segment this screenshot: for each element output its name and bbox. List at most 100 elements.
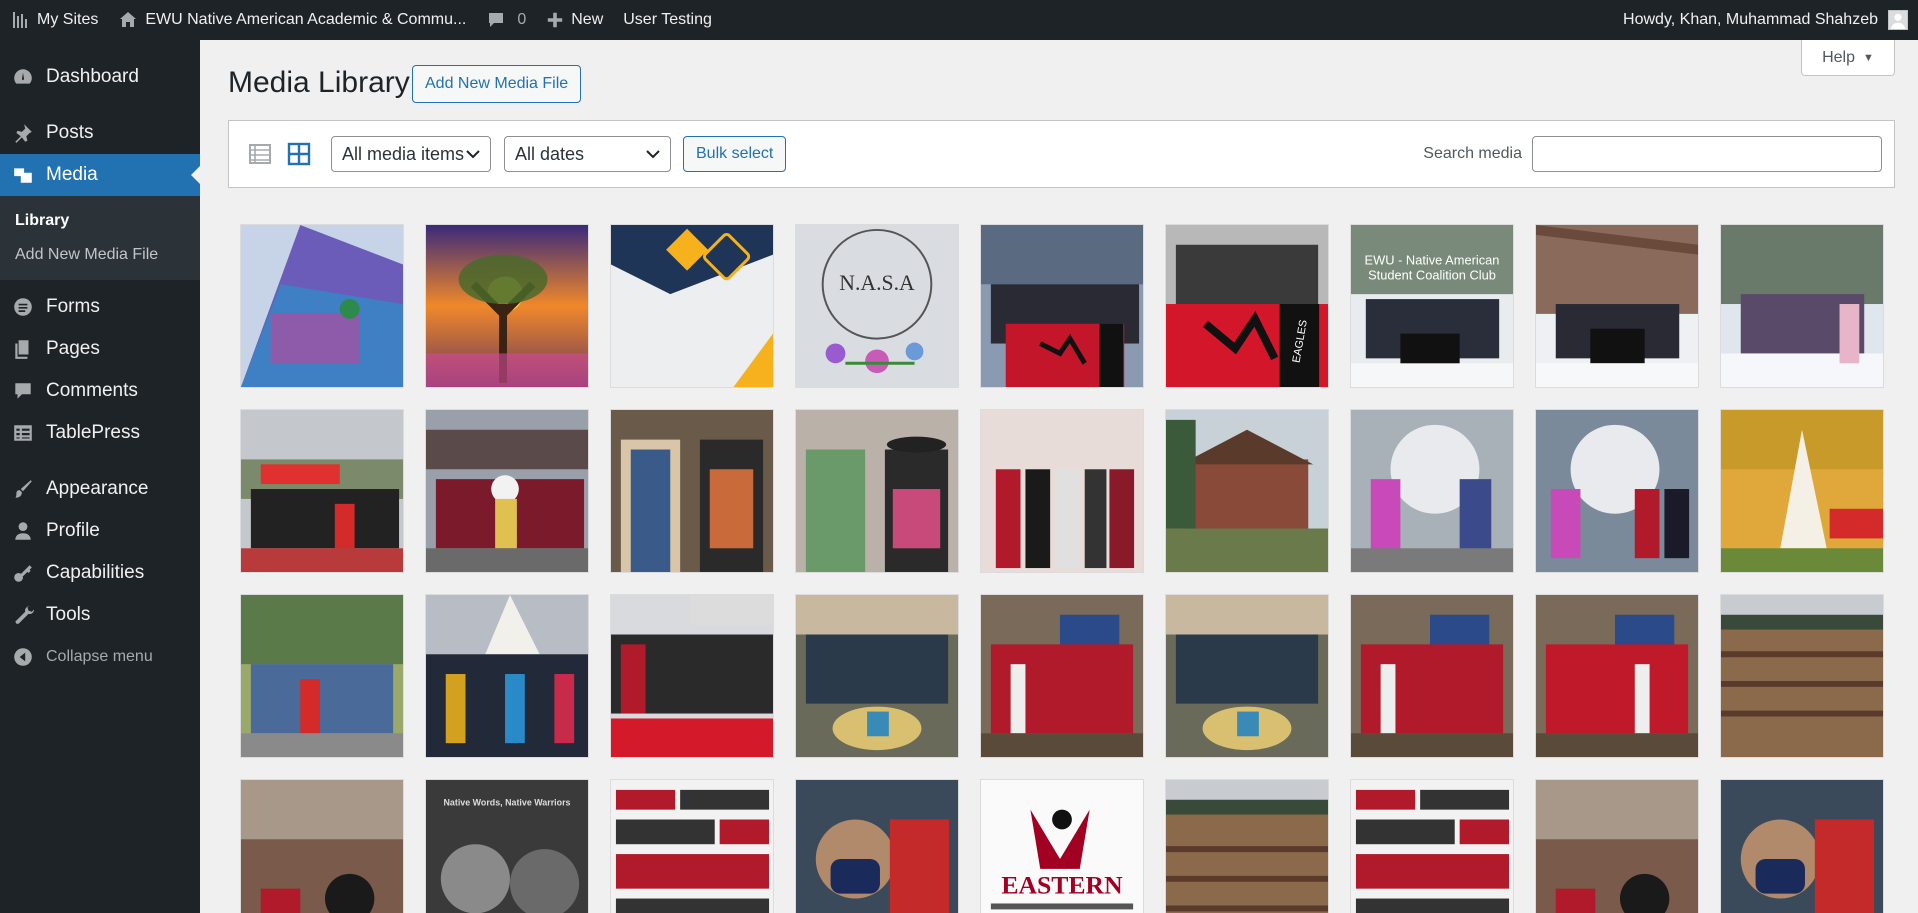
- media-toolbar: All media items All dates Bulk select Se…: [228, 120, 1895, 188]
- sidebar-item-dashboard[interactable]: Dashboard: [0, 56, 200, 98]
- media-thumbnail[interactable]: [980, 594, 1144, 758]
- media-thumbnail[interactable]: [1535, 594, 1699, 758]
- media-thumbnail[interactable]: [1165, 779, 1329, 913]
- media-thumbnail[interactable]: N.A.S.A: [795, 224, 959, 388]
- media-thumbnail[interactable]: [610, 224, 774, 388]
- help-tab-button[interactable]: Help ▼: [1801, 40, 1895, 76]
- media-type-filter[interactable]: All media items: [331, 136, 491, 172]
- sidebar-item-capabilities[interactable]: Capabilities: [0, 552, 200, 594]
- site-name-menu[interactable]: EWU Native American Academic & Commu...: [108, 0, 476, 40]
- media-grid: N.A.S.A EAGLES EWU - Native American Stu…: [240, 224, 1900, 913]
- grid-view-icon: [287, 142, 311, 166]
- collapse-menu-label: Collapse menu: [46, 648, 153, 665]
- media-thumbnail[interactable]: EAGLES: [1165, 224, 1329, 388]
- media-thumbnail[interactable]: [795, 409, 959, 573]
- comments-icon: [15, 383, 31, 399]
- user-testing-label: User Testing: [623, 11, 712, 28]
- media-thumbnail[interactable]: [1350, 779, 1514, 913]
- sidebar-label-forms: Forms: [46, 296, 100, 317]
- media-thumbnail[interactable]: [240, 779, 404, 913]
- media-thumbnail[interactable]: [425, 409, 589, 573]
- sidebar-item-comments[interactable]: Comments: [0, 370, 200, 412]
- add-new-media-button[interactable]: Add New Media File: [412, 65, 582, 103]
- media-thumbnail[interactable]: [1165, 594, 1329, 758]
- media-thumbnail[interactable]: [980, 224, 1144, 388]
- list-view-icon: [249, 144, 271, 164]
- home-icon: [120, 12, 137, 27]
- caret-down-icon: ▼: [1863, 51, 1874, 64]
- media-thumbnail[interactable]: [425, 224, 589, 388]
- media-thumbnail[interactable]: [240, 409, 404, 573]
- sidebar-item-profile[interactable]: Profile: [0, 510, 200, 552]
- media-thumbnail[interactable]: [980, 409, 1144, 573]
- collapse-menu-button[interactable]: Collapse menu: [0, 636, 200, 678]
- search-input[interactable]: [1532, 136, 1882, 172]
- media-type-value: All media items: [342, 143, 465, 164]
- sidebar-label-dashboard: Dashboard: [46, 66, 139, 87]
- grid-view-button[interactable]: [281, 136, 317, 172]
- eastern-logo-text: EASTERN: [1001, 871, 1123, 900]
- new-label: New: [571, 11, 604, 28]
- media-thumbnail[interactable]: Native Words, Native Warriors: [425, 779, 589, 913]
- pages-icon: [15, 340, 29, 359]
- key-icon: [14, 565, 32, 582]
- media-thumbnail[interactable]: [1720, 594, 1884, 758]
- sidebar-label-comments: Comments: [46, 380, 138, 401]
- chevron-down-icon: [466, 150, 480, 159]
- sidebar-item-pages[interactable]: Pages: [0, 328, 200, 370]
- sidebar-item-media[interactable]: Media: [0, 154, 200, 196]
- help-label: Help: [1822, 48, 1855, 66]
- admin-bar: My Sites EWU Native American Academic & …: [0, 0, 1918, 40]
- sidebar-label-media: Media: [46, 164, 98, 185]
- media-thumbnail[interactable]: [610, 409, 774, 573]
- media-thumbnail[interactable]: [425, 594, 589, 758]
- page-title: Media Library: [228, 66, 410, 99]
- submenu-item-library[interactable]: Library: [0, 204, 200, 238]
- avatar: [1888, 10, 1908, 30]
- media-thumbnail[interactable]: [795, 779, 959, 913]
- comments-menu[interactable]: 0: [476, 0, 536, 40]
- media-thumbnail[interactable]: [610, 779, 774, 913]
- new-content-menu[interactable]: New: [536, 0, 613, 40]
- my-sites-icon: [13, 12, 27, 28]
- forms-icon: [14, 298, 32, 316]
- media-thumbnail[interactable]: [1535, 409, 1699, 573]
- comments-count: 0: [517, 11, 527, 28]
- sidebar-item-tablepress[interactable]: TablePress: [0, 412, 200, 454]
- date-filter-value: All dates: [515, 143, 585, 164]
- media-thumbnail[interactable]: [1720, 409, 1884, 573]
- media-thumbnail[interactable]: [1535, 779, 1699, 913]
- media-thumbnail[interactable]: EWU - Native American Student Coalition …: [1350, 224, 1514, 388]
- media-thumbnail[interactable]: [1535, 224, 1699, 388]
- sidebar-label-capabilities: Capabilities: [46, 562, 145, 583]
- nasa-logo-text: N.A.S.A: [839, 271, 915, 295]
- media-thumbnail[interactable]: [795, 594, 959, 758]
- media-thumbnail[interactable]: [610, 594, 774, 758]
- dashboard-icon: [14, 69, 32, 84]
- bulk-select-button[interactable]: Bulk select: [683, 136, 787, 172]
- media-thumbnail[interactable]: [1720, 779, 1884, 913]
- sidebar-item-forms[interactable]: Forms: [0, 286, 200, 328]
- media-thumbnail[interactable]: [1720, 224, 1884, 388]
- user-testing-link[interactable]: User Testing: [613, 0, 722, 40]
- submenu-item-add-new-media[interactable]: Add New Media File: [0, 238, 200, 272]
- sidebar-label-pages: Pages: [46, 338, 100, 359]
- chevron-down-icon: [646, 150, 660, 159]
- media-thumbnail[interactable]: [240, 594, 404, 758]
- account-menu[interactable]: Howdy, Khan, Muhammad Shahzeb: [1623, 0, 1918, 40]
- date-filter[interactable]: All dates: [504, 136, 671, 172]
- list-view-button[interactable]: [242, 136, 278, 172]
- paintbrush-icon: [15, 480, 32, 498]
- admin-sidebar: Dashboard Posts Media Library Add New Me…: [0, 40, 200, 913]
- sidebar-label-profile: Profile: [46, 520, 100, 541]
- media-thumbnail[interactable]: [1165, 409, 1329, 573]
- main-content: Help ▼ Media Library Add New Media File …: [200, 40, 1918, 913]
- sidebar-item-posts[interactable]: Posts: [0, 112, 200, 154]
- sidebar-item-tools[interactable]: Tools: [0, 594, 200, 636]
- media-thumbnail[interactable]: [1350, 409, 1514, 573]
- my-sites-menu[interactable]: My Sites: [0, 0, 108, 40]
- sidebar-item-appearance[interactable]: Appearance: [0, 468, 200, 510]
- media-thumbnail[interactable]: [240, 224, 404, 388]
- media-thumbnail[interactable]: EASTERN: [980, 779, 1144, 913]
- media-thumbnail[interactable]: [1350, 594, 1514, 758]
